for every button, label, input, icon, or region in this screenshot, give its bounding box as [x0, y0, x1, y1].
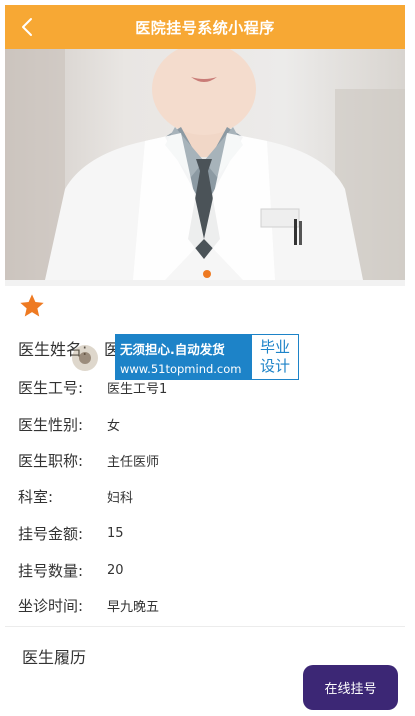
chevron-left-icon [22, 18, 32, 36]
fee-row: 挂号金额: 15 [18, 523, 124, 544]
doctor-id-value: 医生工号1 [107, 382, 168, 397]
watermark-badge: 毕业 设计 [252, 335, 298, 379]
doctor-id-label: 医生工号: [18, 379, 84, 397]
watermark-text: 无须担心.自动发货 www.51topmind.com [116, 335, 252, 379]
department-row: 科室: 妇科 [18, 486, 133, 507]
doctor-id-row: 医生工号: 医生工号1 [18, 377, 167, 398]
section-gap [5, 280, 405, 286]
department-value: 妇科 [107, 491, 134, 506]
doctor-title-label: 医生职称: [18, 452, 84, 470]
quota-label: 挂号数量: [18, 562, 84, 580]
resume-section-title: 医生履历 [22, 648, 87, 667]
doctor-gender-label: 医生性别: [18, 416, 84, 434]
quota-row: 挂号数量: 20 [18, 560, 124, 581]
doctor-photo [5, 49, 405, 280]
doctor-illustration [5, 49, 405, 280]
watermark-line1: 无须担心.自动发货 [120, 342, 225, 357]
doctor-title-value: 主任医师 [107, 455, 160, 470]
quota-value: 20 [107, 563, 124, 578]
book-appointment-button[interactable]: 在线挂号 [303, 665, 398, 710]
watermark-badge-bottom: 设计 [259, 357, 290, 375]
doctor-gender-value: 女 [107, 419, 121, 434]
section-divider [5, 626, 405, 627]
schedule-row: 坐诊时间: 早九晚五 [18, 595, 159, 616]
fee-label: 挂号金额: [18, 525, 84, 543]
schedule-value: 早九晚五 [107, 600, 160, 615]
fee-value: 15 [107, 526, 124, 541]
carousel-indicator-dot[interactable] [203, 270, 211, 278]
department-label: 科室: [18, 488, 54, 506]
favorite-button[interactable] [18, 292, 46, 320]
star-icon [20, 294, 44, 317]
back-button[interactable] [15, 13, 39, 41]
header-bar: 医院挂号系统小程序 [5, 5, 405, 49]
doctor-title-row: 医生职称: 主任医师 [18, 450, 159, 471]
doctor-gender-row: 医生性别: 女 [18, 414, 120, 435]
watermark-overlay: 无须担心.自动发货 www.51topmind.com 毕业 设计 [115, 334, 299, 380]
page-title: 医院挂号系统小程序 [135, 18, 275, 37]
schedule-label: 坐诊时间: [18, 597, 84, 615]
watermark-line2: www.51topmind.com [120, 362, 242, 376]
touch-indicator-dot [79, 352, 91, 364]
watermark-badge-top: 毕业 [259, 338, 290, 356]
